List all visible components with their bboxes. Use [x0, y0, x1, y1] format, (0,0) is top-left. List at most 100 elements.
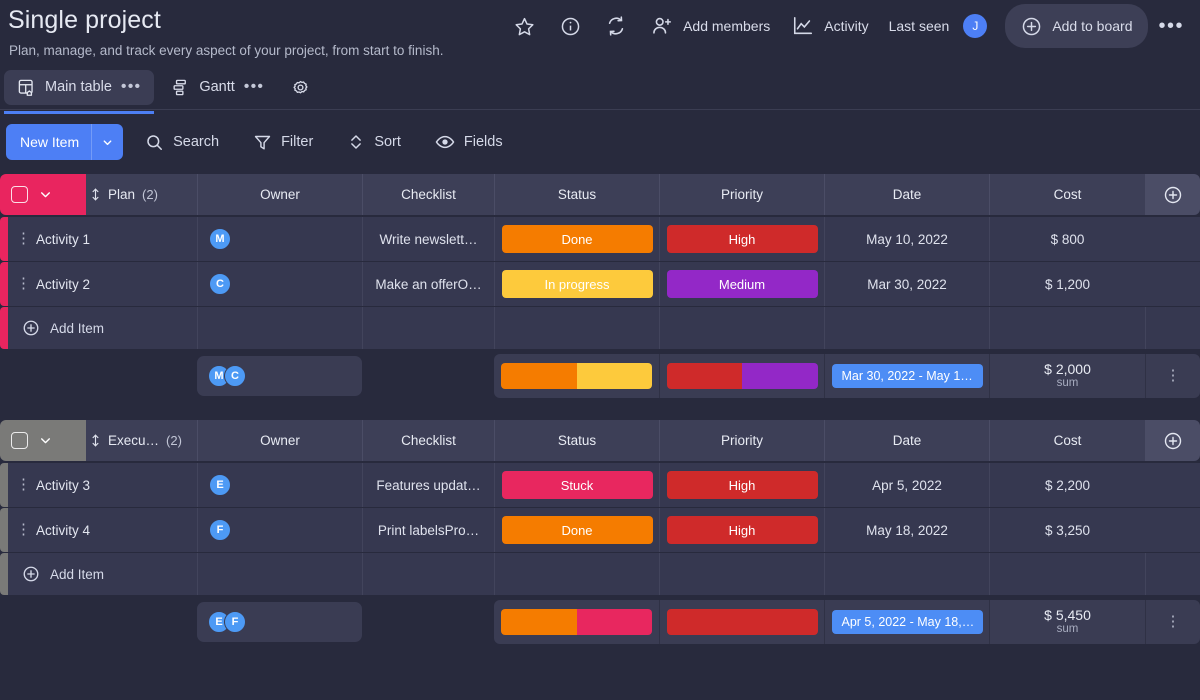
column-header-checklist[interactable]: Checklist	[362, 174, 494, 215]
cell-owner[interactable]: C	[197, 262, 362, 306]
summary-status[interactable]	[494, 354, 659, 398]
avatar[interactable]: J	[963, 14, 988, 38]
drag-handle-icon[interactable]	[90, 188, 101, 201]
avatar[interactable]: C	[224, 365, 246, 387]
search-button[interactable]: Search	[133, 125, 231, 160]
priority-badge[interactable]: High	[666, 516, 818, 544]
column-header-date[interactable]: Date	[824, 420, 989, 461]
row-menu-icon[interactable]: ⋮	[16, 276, 31, 291]
cell-priority[interactable]: High	[659, 217, 824, 261]
new-item-button[interactable]: New Item	[6, 124, 124, 160]
row-title-cell[interactable]: ⋮ Activity 4	[8, 508, 197, 552]
summary-owners[interactable]: EF	[197, 602, 362, 642]
column-header-status[interactable]: Status	[494, 420, 659, 461]
date-range-badge[interactable]: Mar 30, 2022 - May 1…	[831, 364, 983, 388]
chevron-down-icon[interactable]	[32, 434, 58, 447]
row-title-cell[interactable]: ⋮ Activity 2	[8, 262, 197, 306]
row-title-cell[interactable]: ⋮ Activity 1	[8, 217, 197, 261]
cell-checklist[interactable]: Features updat…	[362, 463, 494, 507]
activity-button[interactable]: Activity	[780, 6, 878, 46]
column-header-owner[interactable]: Owner	[197, 174, 362, 215]
table-row[interactable]: ⋮ Activity 1 M Write newslett… Done High…	[0, 217, 1200, 261]
summary-date[interactable]: Apr 5, 2022 - May 18,…	[825, 600, 989, 644]
view-settings-button[interactable]	[281, 70, 320, 105]
summary-priority[interactable]	[660, 354, 824, 398]
summary-cost[interactable]: $ 5,450 sum	[990, 600, 1145, 644]
column-header-date[interactable]: Date	[824, 174, 989, 215]
table-row[interactable]: ⋮ Activity 4 F Print labelsPro… Done Hig…	[0, 508, 1200, 552]
cell-status[interactable]: Done	[494, 217, 659, 261]
summary-owners[interactable]: MC	[197, 356, 362, 396]
summary-cost[interactable]: $ 2,000 sum	[990, 354, 1145, 398]
avatar[interactable]: E	[209, 474, 231, 496]
add-item-button[interactable]: Add Item	[8, 553, 197, 595]
tab-gantt[interactable]: Gantt •••	[158, 70, 277, 105]
cell-cost[interactable]: $ 3,250	[989, 508, 1145, 552]
cell-owner[interactable]: M	[197, 217, 362, 261]
row-menu-icon[interactable]: ⋮	[16, 522, 31, 537]
cell-status[interactable]: Stuck	[494, 463, 659, 507]
add-members-button[interactable]: Add members	[639, 6, 780, 46]
table-row[interactable]: ⋮ Activity 3 E Features updat… Stuck Hig…	[0, 463, 1200, 507]
column-header-owner[interactable]: Owner	[197, 420, 362, 461]
refresh-button[interactable]	[593, 6, 639, 46]
cell-cost[interactable]: $ 1,200	[989, 262, 1145, 306]
summary-date[interactable]: Mar 30, 2022 - May 1…	[825, 354, 989, 398]
cell-checklist[interactable]: Write newslett…	[362, 217, 494, 261]
add-to-board-button[interactable]: Add to board	[1005, 4, 1149, 48]
status-badge[interactable]: Done	[501, 516, 653, 544]
cell-status[interactable]: Done	[494, 508, 659, 552]
add-column-button[interactable]	[1145, 174, 1200, 215]
summary-menu-button[interactable]: ⋮	[1146, 600, 1200, 644]
column-header-status[interactable]: Status	[494, 174, 659, 215]
column-header-priority[interactable]: Priority	[659, 420, 824, 461]
row-menu-icon[interactable]: ⋮	[16, 231, 31, 246]
cell-cost[interactable]: $ 2,200	[989, 463, 1145, 507]
column-header-checklist[interactable]: Checklist	[362, 420, 494, 461]
priority-badge[interactable]: Medium	[666, 270, 818, 298]
kebab-menu-icon[interactable]: ⋮	[1166, 368, 1181, 383]
cell-date[interactable]: Apr 5, 2022	[824, 463, 989, 507]
row-menu-icon[interactable]: ⋮	[16, 477, 31, 492]
column-header-cost[interactable]: Cost	[989, 420, 1145, 461]
cell-status[interactable]: In progress	[494, 262, 659, 306]
favorite-button[interactable]	[501, 6, 547, 46]
add-item-row[interactable]: Add Item	[0, 307, 1200, 349]
group-checkbox[interactable]	[11, 432, 28, 449]
info-button[interactable]	[547, 6, 593, 46]
priority-badge[interactable]: High	[666, 471, 818, 499]
add-column-button[interactable]	[1145, 420, 1200, 461]
add-item-row[interactable]: Add Item	[0, 553, 1200, 595]
drag-handle-icon[interactable]	[90, 434, 101, 447]
summary-status[interactable]	[494, 600, 659, 644]
tab-menu-icon[interactable]: •••	[244, 79, 264, 95]
group-select-area[interactable]	[0, 420, 86, 461]
tab-menu-icon[interactable]: •••	[121, 79, 141, 95]
status-badge[interactable]: In progress	[501, 270, 653, 298]
cell-priority[interactable]: Medium	[659, 262, 824, 306]
cell-priority[interactable]: High	[659, 463, 824, 507]
column-header-cost[interactable]: Cost	[989, 174, 1145, 215]
status-badge[interactable]: Stuck	[501, 471, 653, 499]
group-title-cell[interactable]: Execu… (2)	[86, 420, 197, 461]
chevron-down-icon[interactable]	[92, 137, 123, 148]
group-checkbox[interactable]	[11, 186, 28, 203]
cell-date[interactable]: Mar 30, 2022	[824, 262, 989, 306]
table-row[interactable]: ⋮ Activity 2 C Make an offerO… In progre…	[0, 262, 1200, 306]
cell-checklist[interactable]: Make an offerO…	[362, 262, 494, 306]
cell-owner[interactable]: F	[197, 508, 362, 552]
sort-button[interactable]: Sort	[335, 125, 413, 159]
avatar[interactable]: M	[209, 228, 231, 250]
board-more-menu-button[interactable]: •••	[1148, 15, 1194, 37]
date-range-badge[interactable]: Apr 5, 2022 - May 18,…	[831, 610, 983, 634]
cell-date[interactable]: May 10, 2022	[824, 217, 989, 261]
avatar[interactable]: F	[209, 519, 231, 541]
cell-date[interactable]: May 18, 2022	[824, 508, 989, 552]
cell-owner[interactable]: E	[197, 463, 362, 507]
column-header-priority[interactable]: Priority	[659, 174, 824, 215]
filter-button[interactable]: Filter	[241, 125, 325, 160]
kebab-menu-icon[interactable]: ⋮	[1166, 614, 1181, 629]
add-item-button[interactable]: Add Item	[8, 307, 197, 349]
cell-checklist[interactable]: Print labelsPro…	[362, 508, 494, 552]
cell-cost[interactable]: $ 800	[989, 217, 1145, 261]
